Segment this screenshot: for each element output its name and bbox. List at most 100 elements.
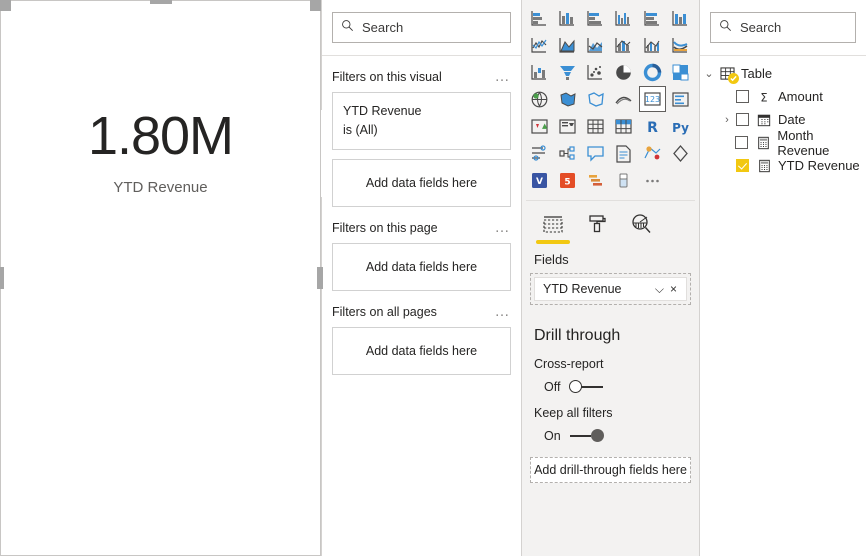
svg-text:Σ: Σ [760, 90, 767, 104]
ytd-revenue-card-selection[interactable]: 1.80M YTD Revenue [0, 0, 323, 556]
fields-search-input[interactable] [740, 20, 847, 35]
filters-on-this-page-more-icon[interactable]: … [495, 220, 512, 235]
filters-on-this-visual-more-icon[interactable]: … [495, 69, 512, 84]
gantt-chart-icon[interactable] [582, 167, 609, 193]
decomposition-tree-icon[interactable] [554, 140, 581, 166]
keep-all-filters-toggle[interactable] [569, 429, 604, 443]
filters-search-box[interactable] [332, 12, 511, 43]
measure-calculator-icon [754, 136, 772, 150]
field-label: YTD Revenue [778, 158, 860, 173]
treemap-icon[interactable] [667, 59, 694, 85]
filters-on-all-pages-title: Filters on all pages [332, 304, 437, 319]
fields-tree[interactable]: ⌄ Table Σ Amount › Date Month Revenue YTD Reven… [700, 56, 866, 177]
shape-map-icon[interactable] [582, 86, 609, 112]
multi-row-card-icon[interactable] [667, 86, 694, 112]
cross-report-label: Cross-report [534, 357, 604, 371]
area-chart-icon[interactable] [554, 32, 581, 58]
qna-icon[interactable] [582, 140, 609, 166]
stacked-area-chart-icon[interactable] [582, 32, 609, 58]
html-viewer-icon[interactable]: 5 [554, 167, 581, 193]
remove-field-icon[interactable]: × [667, 282, 680, 296]
filter-card-ytd-revenue[interactable]: YTD Revenue is (All) [332, 92, 511, 150]
field-label: Date [778, 112, 806, 127]
clustered-bar-chart-icon[interactable] [582, 5, 609, 31]
table-icon[interactable] [582, 113, 609, 139]
fields-search-box[interactable] [710, 12, 856, 43]
sigma-sum-icon: Σ [755, 90, 773, 104]
field-row-amount[interactable]: Σ Amount [700, 85, 866, 108]
chevron-right-icon[interactable]: › [718, 114, 736, 126]
filters-on-this-visual-dropzone[interactable]: Add data fields here [332, 158, 511, 207]
smart-narrative-icon[interactable] [610, 140, 637, 166]
python-visual-icon[interactable]: Py [667, 113, 694, 139]
donut-chart-icon[interactable] [639, 59, 666, 85]
keep-all-filters-toggle-row[interactable]: On [522, 420, 699, 443]
field-row-month-revenue[interactable]: Month Revenue [700, 128, 866, 158]
100-stacked-bar-chart-icon[interactable] [639, 5, 666, 31]
values-field-well[interactable]: YTD Revenue ⌵ × [530, 273, 691, 305]
tab-format[interactable] [578, 209, 616, 239]
more-visuals-icon[interactable] [639, 167, 666, 193]
power-bi-report-editor: 1.42M Month Revenue … 1.80M YTD Revenue [0, 0, 866, 556]
line-clustered-column-chart-icon[interactable] [639, 32, 666, 58]
waterfall-chart-icon[interactable] [526, 59, 553, 85]
scatter-chart-icon[interactable] [582, 59, 609, 85]
100-stacked-column-chart-icon[interactable] [667, 5, 694, 31]
chevron-down-icon[interactable]: ⌄ [700, 67, 718, 80]
filters-on-all-pages-dropzone[interactable]: Add data fields here [332, 326, 511, 375]
arcgis-map-icon[interactable] [610, 86, 637, 112]
field-chip-ytd-revenue[interactable]: YTD Revenue ⌵ × [534, 277, 687, 301]
drill-through-title: Drill through [534, 327, 621, 344]
filter-card-condition: is (All) [343, 122, 378, 137]
line-chart-icon[interactable] [526, 32, 553, 58]
field-row-ytd-revenue[interactable]: YTD Revenue [700, 154, 866, 177]
pie-chart-icon[interactable] [610, 59, 637, 85]
cross-report-toggle[interactable] [569, 380, 604, 394]
card-browser-icon[interactable] [610, 167, 637, 193]
field-row-table[interactable]: ⌄ Table [700, 62, 866, 85]
map-icon[interactable] [526, 86, 553, 112]
funnel-chart-icon[interactable] [554, 59, 581, 85]
field-checkbox[interactable] [736, 90, 749, 103]
visio-visual-icon[interactable]: V [526, 167, 553, 193]
filters-search-input[interactable] [362, 20, 502, 35]
keep-all-filters-state: On [544, 429, 561, 443]
resize-handle-top-left[interactable] [0, 0, 11, 11]
r-script-visual-icon[interactable]: R [639, 113, 666, 139]
svg-text:Py: Py [672, 121, 689, 135]
tab-fields[interactable] [534, 209, 572, 244]
ribbon-chart-icon[interactable] [667, 32, 694, 58]
resize-handle-middle-left[interactable] [0, 267, 4, 289]
drill-through-dropzone[interactable]: Add drill-through fields here [530, 457, 691, 483]
filters-search-wrap [322, 0, 521, 55]
matrix-icon[interactable] [610, 113, 637, 139]
filters-on-this-page-dropzone[interactable]: Add data fields here [332, 242, 511, 291]
report-canvas[interactable]: 1.42M Month Revenue … 1.80M YTD Revenue [0, 0, 323, 556]
filters-on-all-pages-more-icon[interactable]: … [495, 304, 512, 319]
clustered-column-chart-icon[interactable] [610, 5, 637, 31]
stacked-column-chart-icon[interactable] [554, 5, 581, 31]
cross-report-toggle-row[interactable]: Off [522, 371, 699, 394]
field-checkbox[interactable] [736, 159, 749, 172]
filled-map-icon[interactable] [554, 86, 581, 112]
resize-handle-middle-right[interactable] [317, 267, 323, 289]
kpi-icon[interactable]: ▲ [526, 113, 553, 139]
visualization-type-gallery[interactable]: 123 ▲ R Py V 5 [522, 0, 699, 197]
resize-handle-top-center[interactable] [149, 0, 172, 4]
field-checkbox[interactable] [735, 136, 749, 149]
slicer-icon[interactable] [554, 113, 581, 139]
line-stacked-column-chart-icon[interactable] [610, 32, 637, 58]
stacked-bar-chart-icon[interactable] [526, 5, 553, 31]
card-icon[interactable]: 123 [638, 86, 666, 112]
paginated-report-icon[interactable] [639, 140, 666, 166]
visualizations-pane-tabs[interactable] [522, 201, 699, 244]
ytd-revenue-card[interactable]: 1.80M YTD Revenue [0, 0, 323, 556]
svg-text:▲: ▲ [542, 122, 548, 130]
key-influencers-icon[interactable] [526, 140, 553, 166]
field-checkbox[interactable] [736, 113, 749, 126]
chevron-down-icon[interactable]: ⌵ [652, 282, 667, 297]
tab-analytics[interactable] [622, 209, 660, 239]
resize-handle-top-right[interactable] [310, 0, 321, 11]
search-icon [719, 19, 732, 37]
power-apps-icon[interactable] [667, 140, 694, 166]
